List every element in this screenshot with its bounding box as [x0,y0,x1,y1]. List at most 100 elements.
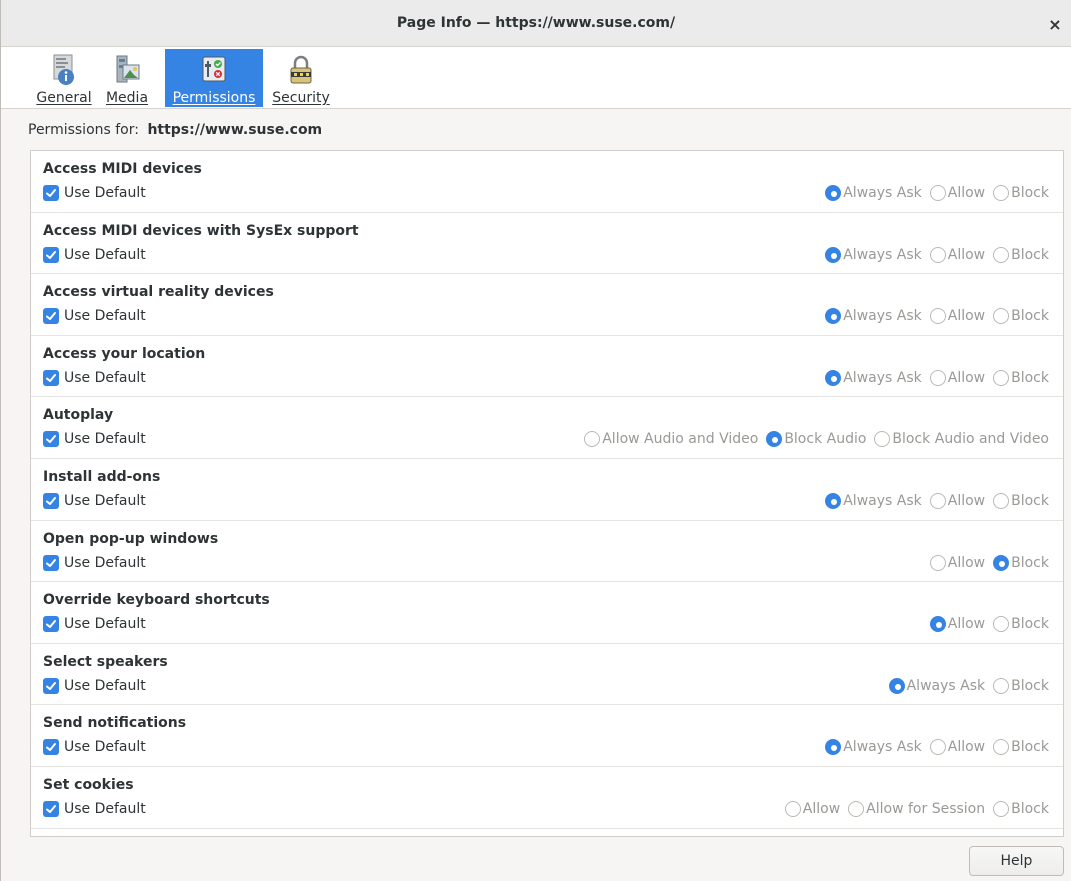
use-default-label: Use Default [64,739,146,756]
permission-title: Access your location [43,345,206,362]
radio-label: Block Audio and Video [892,431,1049,448]
radio-label: Allow [947,554,986,571]
tab-permissions[interactable]: Permissions [165,49,263,107]
checkbox-checked-icon [43,616,59,633]
permission-row: Access virtual reality devices Use Defaul… [31,274,1063,336]
permissions-for-label: Permissions for: [28,122,139,138]
radio-option[interactable]: Allow [929,369,985,386]
radio-label: Block [1011,554,1049,571]
radio-selected-icon [825,308,842,325]
radio-option[interactable]: Always Ask [825,185,922,201]
close-icon[interactable]: × [1045,14,1065,34]
use-default-checkbox[interactable]: Use Default [43,492,146,510]
permission-radio-group: Always Ask Allow Block [817,369,1049,387]
use-default-checkbox[interactable]: Use Default [43,430,146,448]
radio-option[interactable]: Block [993,246,1049,263]
radio-option[interactable]: Block [993,369,1049,386]
checkbox-checked-icon [43,431,59,448]
permission-radio-group: Allow Block [922,615,1049,633]
radio-unselected-icon [993,185,1010,201]
use-default-checkbox[interactable]: Use Default [43,615,146,633]
radio-option[interactable]: Allow for Session [848,801,985,817]
tab-general-label: General [36,90,92,106]
radio-selected-icon [766,431,783,448]
radio-option[interactable]: Block [993,616,1049,633]
radio-option[interactable]: Always Ask [888,677,985,694]
radio-label: Always Ask [843,493,922,509]
radio-option[interactable]: Block [993,308,1049,325]
media-images-icon [116,55,140,83]
radio-option[interactable]: Always Ask [825,739,922,756]
radio-label: Allow [947,493,986,509]
radio-option[interactable]: Block Audio and Video [874,431,1049,448]
radio-unselected-icon [929,493,946,509]
permission-row: Open pop-up windows Use Default Allow Block [31,521,1063,583]
radio-option[interactable]: Allow [929,493,986,509]
checkbox-checked-icon [43,801,59,817]
checkbox-checked-icon [43,493,59,509]
radio-unselected-icon [993,369,1010,386]
info-document-icon [53,54,74,85]
radio-label: Allow [947,185,986,201]
radio-unselected-icon [929,739,946,756]
use-default-checkbox[interactable]: Use Default [43,554,146,572]
tab-security-label: Security [272,90,330,106]
radio-option[interactable]: Block [993,739,1049,756]
permission-radio-group: Allow Block [922,554,1049,572]
use-default-checkbox[interactable]: Use Default [43,677,146,695]
use-default-checkbox[interactable]: Use Default [43,369,146,387]
radio-selected-icon [993,554,1010,571]
tab-security[interactable]: Security [269,49,333,107]
radio-label: Allow Audio and Video [602,431,759,448]
use-default-checkbox[interactable]: Use Default [43,800,146,818]
radio-label: Always Ask [843,185,922,201]
use-default-label: Use Default [64,801,146,817]
radio-option[interactable]: Always Ask [825,308,922,325]
radio-option[interactable]: Block [993,185,1049,201]
radio-option[interactable]: Allow [929,308,986,325]
help-button[interactable]: Help [969,846,1064,876]
radio-unselected-icon [874,431,891,448]
radio-option[interactable]: Allow [929,739,985,756]
radio-option[interactable]: Block [993,801,1049,817]
use-default-label: Use Default [64,185,146,201]
radio-option[interactable]: Allow [929,185,986,201]
radio-unselected-icon [584,431,601,448]
use-default-checkbox[interactable]: Use Default [43,246,146,264]
use-default-checkbox[interactable]: Use Default [43,184,146,202]
radio-unselected-icon [993,308,1010,325]
tab-media[interactable]: Media [101,49,153,107]
use-default-label: Use Default [64,308,146,325]
radio-selected-icon [825,369,842,386]
radio-option[interactable]: Always Ask [825,369,922,386]
checkbox-checked-icon [43,246,59,263]
radio-option[interactable]: Allow Audio and Video [584,431,759,448]
radio-unselected-icon [993,246,1010,263]
permission-row: Access your location Use Default Always As… [31,336,1063,398]
permission-title: Access MIDI devices [43,161,202,177]
radio-option[interactable]: Always Ask [825,246,922,263]
checkbox-checked-icon [43,739,59,756]
tab-general[interactable]: General [33,49,95,107]
radio-label: Block [1011,246,1049,263]
radio-option[interactable]: Allow [784,801,840,817]
padlock-icon [290,55,312,84]
use-default-checkbox[interactable]: Use Default [43,307,146,325]
radio-option[interactable]: Allow [929,246,985,263]
radio-option[interactable]: Block Audio [766,431,866,448]
use-default-checkbox[interactable]: Use Default [43,738,146,756]
radio-option[interactable]: Allow [929,616,985,633]
radio-label: Block [1011,493,1049,509]
radio-option[interactable]: Block [993,677,1049,694]
radio-option[interactable]: Always Ask [825,493,922,509]
radio-label: Allow [947,308,986,325]
permission-title: Access MIDI devices with SysEx support [43,222,359,239]
radio-option[interactable]: Allow [929,554,986,571]
permission-title: Open pop-up windows [43,530,219,547]
radio-option[interactable]: Block [993,493,1049,509]
tab-bar: General Media Permissions Security [1,47,1071,109]
permission-radio-group: Always Ask Allow Block [817,246,1049,264]
radio-unselected-icon [929,554,946,571]
radio-unselected-icon [929,185,946,201]
radio-option[interactable]: Block [993,554,1049,571]
